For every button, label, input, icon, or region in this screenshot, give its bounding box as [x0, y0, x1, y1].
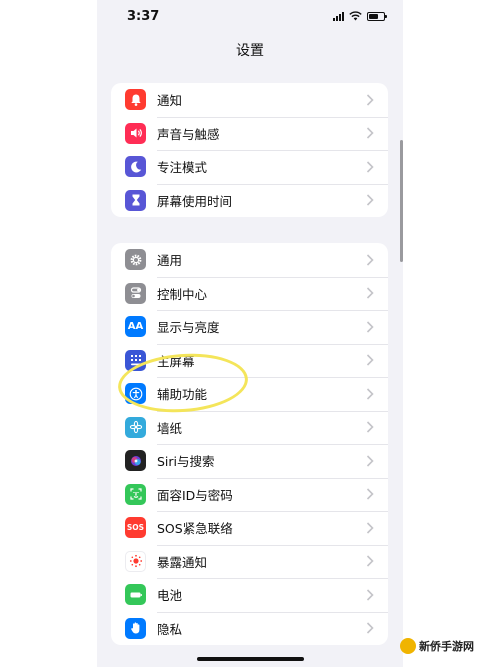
speaker-icon: [125, 122, 146, 144]
battery-status-icon: [367, 11, 387, 21]
aa-icon: AA: [125, 316, 146, 338]
chevron-right-icon: [366, 388, 374, 400]
settings-row-label: 显示与亮度: [157, 320, 220, 336]
settings-row-label: 通知: [157, 93, 183, 109]
settings-row-label: 暴露通知: [157, 554, 208, 570]
toggles-icon: [125, 282, 146, 304]
settings-group-1: 通知 声音与触感 专注模式 屏幕使用时间: [111, 83, 388, 217]
watermark-logo-icon: [400, 638, 416, 654]
chevron-right-icon: [366, 622, 374, 634]
settings-row-focus[interactable]: 专注模式: [111, 150, 388, 184]
chevron-right-icon: [366, 94, 374, 106]
settings-row-battery[interactable]: 电池: [111, 578, 388, 612]
flower-icon: [125, 416, 146, 438]
settings-row-sos[interactable]: SOS SOS紧急联络: [111, 511, 388, 545]
settings-row-label: 电池: [157, 588, 183, 604]
battery-icon: [125, 584, 146, 606]
status-icons: [333, 11, 387, 21]
scrollbar[interactable]: [400, 140, 403, 262]
settings-row-label: Siri与搜索: [157, 454, 215, 470]
chevron-right-icon: [366, 555, 374, 567]
settings-row-label: SOS紧急联络: [157, 521, 233, 537]
chevron-right-icon: [366, 254, 374, 266]
chevron-right-icon: [366, 354, 374, 366]
settings-row-label: 面容ID与密码: [157, 487, 233, 503]
settings-row-label: 控制中心: [157, 286, 208, 302]
hourglass-icon: [125, 189, 146, 211]
settings-row-label: 隐私: [157, 621, 183, 637]
chevron-right-icon: [366, 127, 374, 139]
settings-row-general[interactable]: 通用: [111, 243, 388, 277]
settings-row-display[interactable]: AA 显示与亮度: [111, 310, 388, 344]
status-time: 3:37: [127, 9, 160, 24]
chevron-right-icon: [366, 455, 374, 467]
settings-row-label: 墙纸: [157, 420, 183, 436]
settings-row-wallpaper[interactable]: 墙纸: [111, 410, 388, 445]
hand-icon: [125, 617, 146, 639]
chevron-right-icon: [366, 522, 374, 534]
settings-row-label: 声音与触感: [157, 126, 220, 142]
status-bar: 3:37: [97, 0, 403, 34]
bell-icon: [125, 89, 146, 111]
settings-row-label: 屏幕使用时间: [157, 193, 233, 209]
wifi-icon: [349, 11, 362, 21]
gear-icon: [125, 249, 146, 271]
settings-row-control-center[interactable]: 控制中心: [111, 276, 388, 311]
chevron-right-icon: [366, 589, 374, 601]
settings-row-label: 专注模式: [157, 160, 208, 176]
settings-row-faceid[interactable]: 面容ID与密码: [111, 477, 388, 512]
watermark: 新侨手游网: [400, 638, 474, 654]
settings-row-notifications[interactable]: 通知: [111, 83, 388, 117]
settings-row-sounds[interactable]: 声音与触感: [111, 116, 388, 151]
settings-row-siri[interactable]: Siri与搜索: [111, 444, 388, 478]
page-title: 设置: [236, 43, 264, 59]
watermark-text: 新侨手游网: [419, 640, 474, 653]
settings-row-exposure[interactable]: 暴露通知: [111, 544, 388, 579]
chevron-right-icon: [366, 194, 374, 206]
phone-screen: 3:37 设置 通知 声音与触感 专注模式 屏幕使用时间 通用 控制中心 AA …: [97, 0, 403, 667]
moon-icon: [125, 156, 146, 178]
chevron-right-icon: [366, 488, 374, 500]
chevron-right-icon: [366, 421, 374, 433]
settings-row-screen-time[interactable]: 屏幕使用时间: [111, 183, 388, 218]
settings-group-2: 通用 控制中心 AA 显示与亮度 主屏幕 辅助功能 墙纸 Siri与搜索 面容I…: [111, 243, 388, 645]
signal-icon: [333, 11, 344, 21]
sos-icon: SOS: [125, 517, 146, 539]
chevron-right-icon: [366, 161, 374, 173]
home-indicator[interactable]: [197, 657, 304, 661]
settings-row-label: 通用: [157, 253, 183, 269]
siri-icon: [125, 450, 146, 472]
exposure-icon: [125, 550, 146, 572]
chevron-right-icon: [366, 321, 374, 333]
faceid-icon: [125, 483, 146, 505]
chevron-right-icon: [366, 287, 374, 299]
settings-row-privacy[interactable]: 隐私: [111, 611, 388, 646]
